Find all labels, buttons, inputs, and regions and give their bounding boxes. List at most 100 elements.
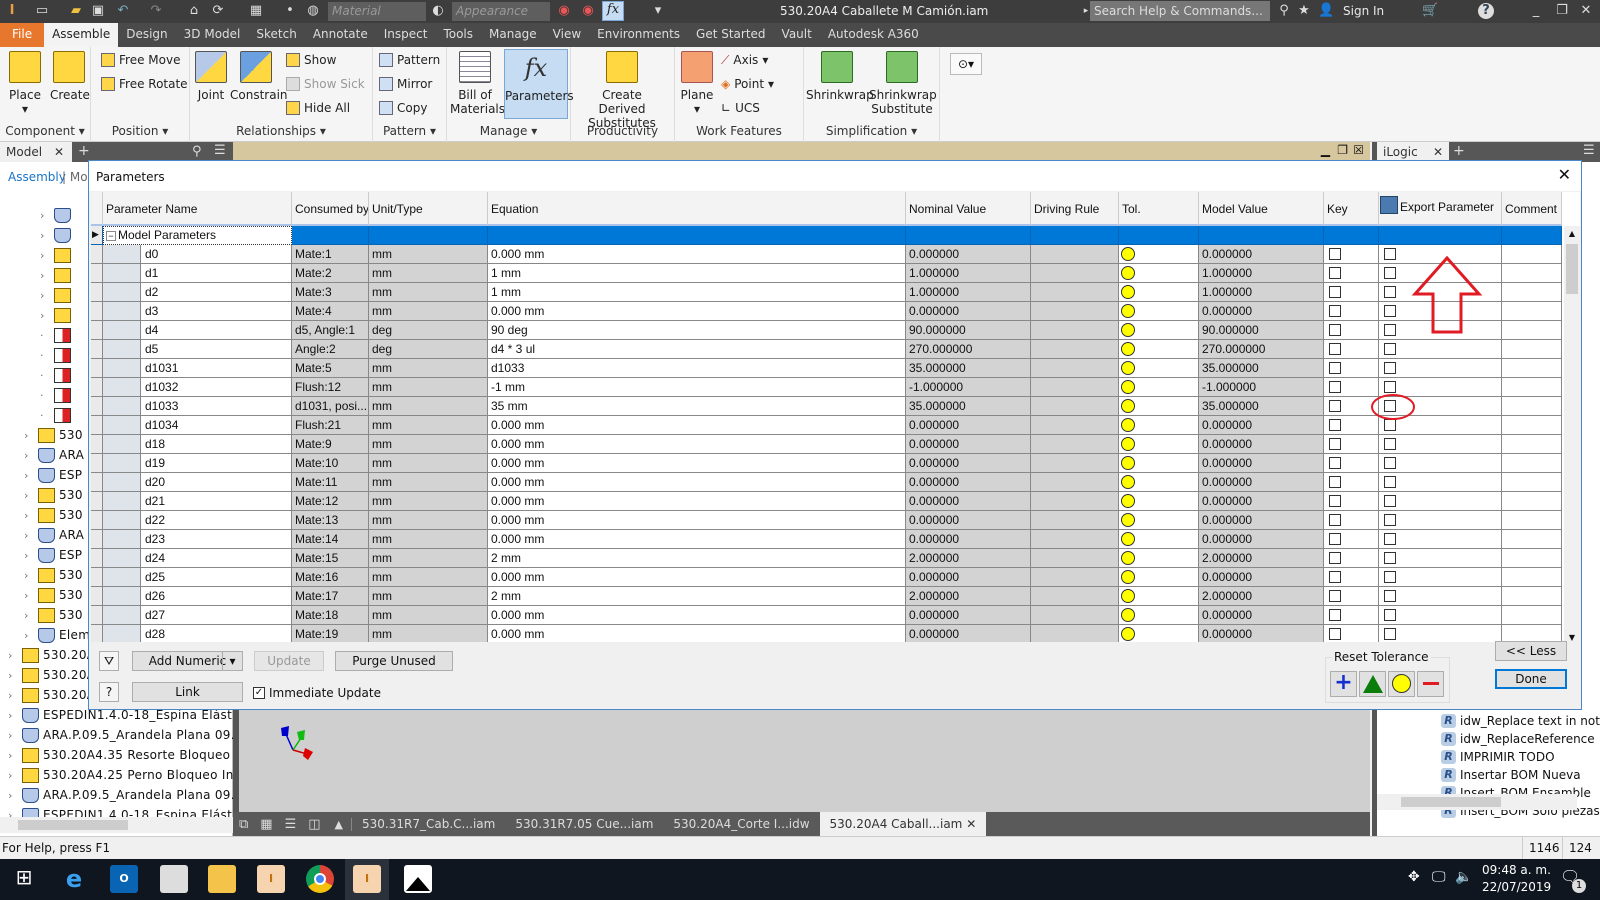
doc-tab-active[interactable]: 530.20A4 Caball...iam ✕ [819,812,987,836]
parameters-fx-icon[interactable]: fx [602,1,624,21]
chevron-right-icon[interactable]: › [24,469,34,482]
shrinkwrap-button[interactable]: Shrinkwrap [806,51,874,102]
add-numeric-button[interactable]: Add Numeric ▾ [132,651,243,671]
doc-tab[interactable]: 530.31R7.05 Cue...iam [505,812,663,836]
export-parameter-checkbox[interactable] [1384,495,1396,507]
chevron-right-icon[interactable]: › [8,769,18,782]
comment-cell[interactable] [1502,587,1562,606]
group-row-model-parameters[interactable]: ▶ − Model Parameters [91,226,1580,245]
key-checkbox[interactable] [1329,324,1341,336]
horizontal-split-icon[interactable]: ☰ [279,817,303,832]
equation-cell[interactable]: 90 deg [488,321,906,340]
table-row[interactable]: d3 Mate:4 mm 0.000 mm 0.000000 0.000000 [91,302,1580,321]
table-row[interactable]: d28 Mate:19 mm 0.000 mm 0.000000 0.000000 [91,625,1580,642]
chevron-right-icon[interactable]: › [24,629,34,642]
chevron-right-icon[interactable]: › [40,209,50,222]
comment-cell[interactable] [1502,511,1562,530]
parameter-name[interactable]: d0 [140,245,291,263]
tolerance-cell[interactable] [1119,283,1199,302]
browser-item[interactable]: › [40,265,75,285]
unit-type[interactable]: mm [369,416,488,435]
export-parameter-checkbox[interactable] [1384,400,1396,412]
free-move-button[interactable]: Free Move [101,50,180,70]
comment-cell[interactable] [1502,625,1562,642]
table-row[interactable]: d1031 Mate:5 mm d1033 35.000000 35.000000 [91,359,1580,378]
browser-item[interactable]: › 530.20A4.25 Perno Bloqueo Inf:10 [8,765,258,785]
export-parameter-checkbox[interactable] [1384,381,1396,393]
file-explorer-icon[interactable] [208,865,236,893]
chevron-right-icon[interactable]: › [8,669,18,682]
browser-item[interactable]: · [40,345,75,365]
unit-type[interactable]: mm [369,549,488,568]
inventor-icon[interactable]: I [257,865,285,893]
browser-item[interactable]: › ESP [24,545,82,565]
tile-icon[interactable]: ▦ [254,817,278,832]
tab-assemble[interactable]: Assemble [44,23,119,47]
browser-item[interactable]: · [40,405,75,425]
row-expand-icon[interactable]: ▶ [91,226,103,245]
column-header-parameter-name[interactable]: Parameter Name [103,192,292,226]
tab-annotate[interactable]: Annotate [305,23,376,47]
parameter-name[interactable]: d23 [140,530,291,548]
chevron-right-icon[interactable]: › [40,309,50,322]
home-icon[interactable]: ⌂ [186,3,202,19]
browser-item[interactable]: › 530 [24,565,83,585]
parameter-name[interactable]: d1034 [140,416,291,434]
export-parameter-checkbox[interactable] [1384,514,1396,526]
volume-icon[interactable]: 🔈 [1455,869,1472,885]
equation-cell[interactable]: -1 mm [488,378,906,397]
close-dialog-icon[interactable]: ✕ [1558,165,1571,184]
export-parameter-checkbox[interactable] [1384,286,1396,298]
tolerance-cell[interactable] [1119,302,1199,321]
material-icon[interactable]: ◍ [305,3,321,19]
equation-cell[interactable]: 35 mm [488,397,906,416]
search-input[interactable]: Search Help & Commands... [1090,1,1270,21]
tab-tools[interactable]: Tools [435,23,481,47]
tolerance-cell[interactable] [1119,359,1199,378]
key-checkbox[interactable] [1329,400,1341,412]
tab-design[interactable]: Design [118,23,175,47]
minimize-icon[interactable]: _ [1528,3,1544,19]
unit-type[interactable]: mm [369,245,488,264]
key-checkbox[interactable] [1329,571,1341,583]
browser-item[interactable]: · [40,365,75,385]
tolerance-cell[interactable] [1119,245,1199,264]
doc-tab[interactable]: 530.31R7_Cab.C...iam [352,812,505,836]
table-row[interactable]: d23 Mate:14 mm 0.000 mm 0.000000 0.000000 [91,530,1580,549]
browser-item[interactable]: › 530 [24,485,83,505]
panel-label[interactable]: Relationships ▾ [190,124,372,138]
equation-cell[interactable]: 0.000 mm [488,435,906,454]
parameter-name[interactable]: d20 [140,473,291,491]
unit-type[interactable]: mm [369,530,488,549]
export-parameter-checkbox[interactable] [1384,552,1396,564]
parameter-name[interactable]: d25 [140,568,291,586]
tolerance-cell[interactable] [1119,625,1199,642]
unit-type[interactable]: mm [369,435,488,454]
export-parameter-checkbox[interactable] [1384,533,1396,545]
chevron-right-icon[interactable]: › [24,509,34,522]
key-checkbox[interactable] [1329,476,1341,488]
scroll-thumb[interactable] [1566,244,1578,294]
parameter-name[interactable]: d5 [140,340,291,358]
ilogic-rule[interactable]: R Insertar BOM Nueva [1441,766,1581,784]
tab-ilogic[interactable]: iLogic ✕ [1377,142,1449,162]
horizontal-scrollbar[interactable] [1377,794,1577,810]
favorites-icon[interactable]: ★ [1296,3,1312,19]
export-parameter-checkbox[interactable] [1384,476,1396,488]
column-header-model-value[interactable]: Model Value [1199,192,1324,226]
equation-cell[interactable]: 1 mm [488,264,906,283]
inventor-active-icon[interactable]: I [353,865,381,893]
tab-manage[interactable]: Manage [481,23,545,47]
key-checkbox[interactable] [1329,514,1341,526]
equation-cell[interactable]: 0.000 mm [488,473,906,492]
chevron-right-icon[interactable]: › [40,289,50,302]
equation-cell[interactable]: 2 mm [488,549,906,568]
create-derived-substitutes-button[interactable]: Create Derived Substitutes [573,51,671,130]
equation-cell[interactable]: 1 mm [488,283,906,302]
nominal-tolerance-button[interactable] [1388,671,1415,697]
unit-type[interactable]: mm [369,606,488,625]
material-dropdown[interactable]: Material [328,2,426,21]
tab-sketch[interactable]: Sketch [248,23,304,47]
cascade-icon[interactable]: ⧉ [233,817,254,832]
parameter-name[interactable]: d4 [140,321,291,339]
